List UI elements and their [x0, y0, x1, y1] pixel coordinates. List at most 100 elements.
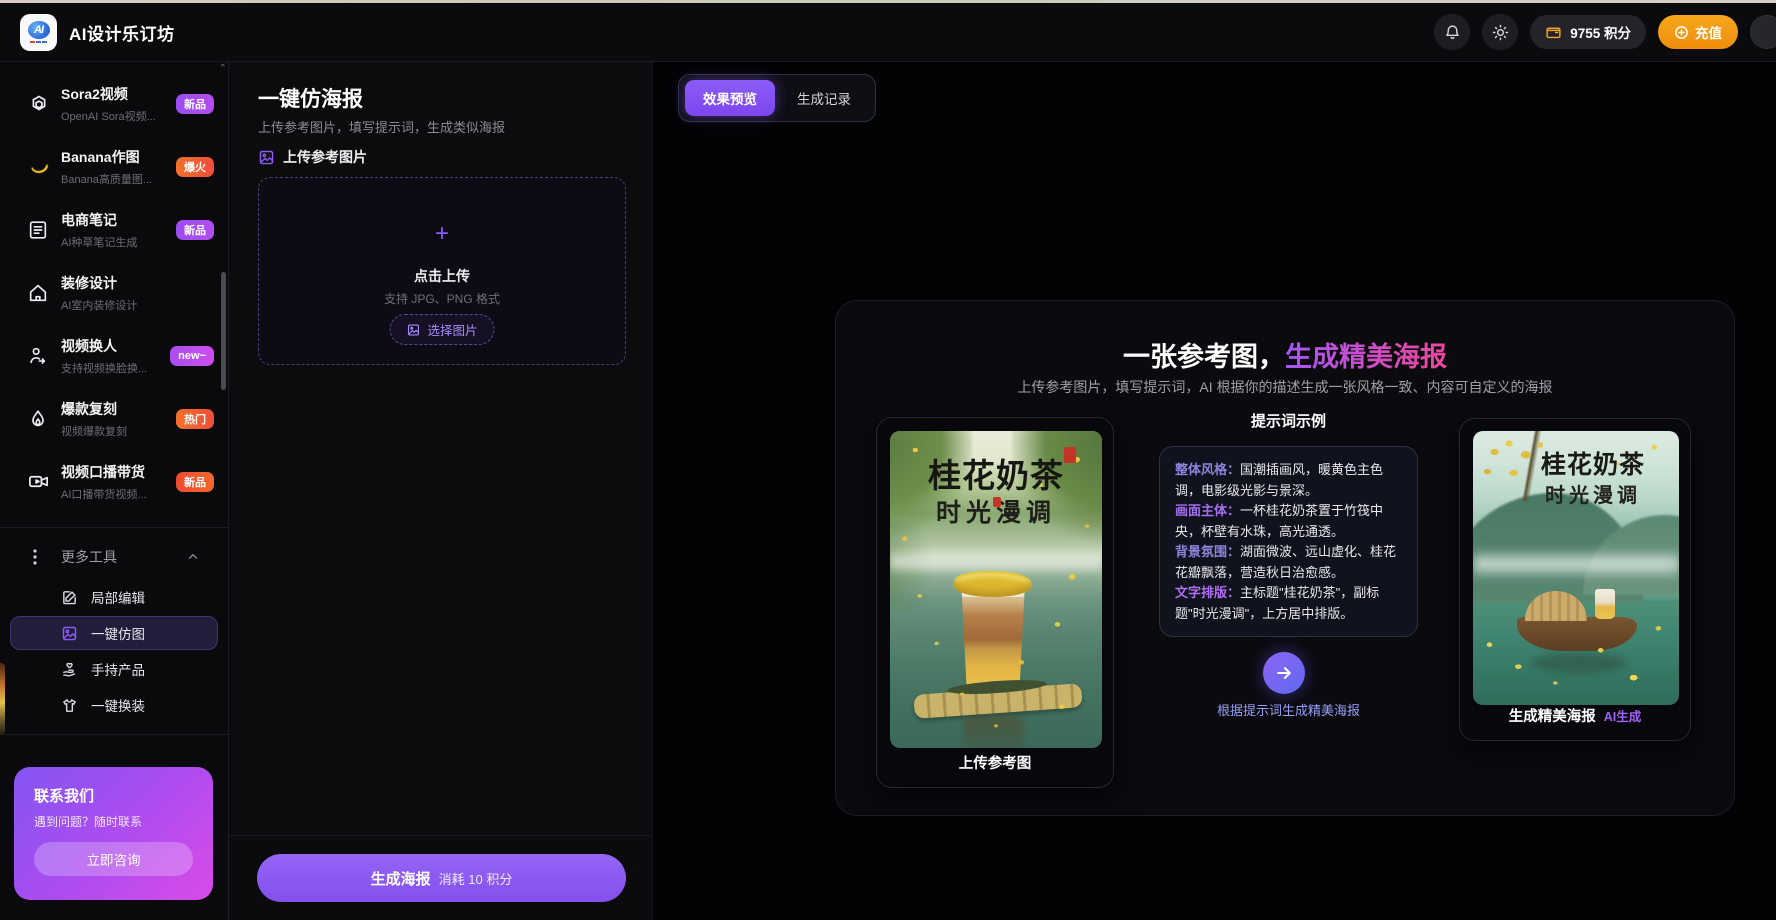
poster-title-text: 桂花奶茶 [1507, 445, 1679, 481]
generate-cost: 消耗 10 积分 [439, 872, 513, 887]
person-swap-icon [27, 345, 53, 367]
sun-icon [1492, 24, 1509, 41]
upload-section-label: 上传参考图片 [283, 147, 367, 167]
dots-vertical-icon [27, 548, 53, 566]
status-badge: 热门 [176, 409, 214, 429]
generate-poster-button[interactable]: 生成海报消耗 10 积分 [257, 854, 626, 902]
tshirt-icon [61, 697, 79, 714]
generate-label: 生成海报 [371, 871, 431, 888]
points-value: 9755 积分 [1570, 22, 1631, 42]
banana-icon [27, 155, 53, 179]
sidebar-scrollbar[interactable] [221, 272, 226, 390]
item-title: Sora2视频 [61, 86, 128, 102]
peek-thumbnail [0, 663, 5, 735]
points-badge[interactable]: 9755 积分 [1530, 15, 1646, 49]
arrow-caption: 根据提示词生成精美海报 [1159, 700, 1418, 719]
sidebar-item-video-broadcast[interactable]: 视频口播带货AI口播带货视频... 新品 [0, 450, 228, 513]
wallet-icon [1545, 24, 1562, 41]
upload-click-text: 点击上传 [259, 266, 625, 286]
window-edge-strip [0, 0, 1776, 3]
plus-icon: + [259, 220, 625, 248]
sidebar-item-video-face-swap[interactable]: 视频换人支持视频换脸换... new~ [0, 324, 228, 387]
item-subtitle: AI种草笔记生成 [61, 234, 157, 250]
app-header: AI AI设计乐订坊 9755 积分 充值 [0, 3, 1776, 62]
notifications-button[interactable] [1434, 14, 1470, 50]
tab-effect-preview[interactable]: 效果预览 [685, 80, 775, 116]
divider [0, 527, 228, 528]
plus-circle-icon [1674, 25, 1689, 40]
item-title: 装修设计 [61, 275, 117, 291]
hero-card: 一张参考图，生成精美海报 上传参考图片，填写提示词，AI 根据你的描述生成一张风… [835, 300, 1735, 816]
status-badge: 新品 [176, 220, 214, 240]
flame-icon [27, 408, 53, 430]
recharge-label: 充值 [1695, 22, 1722, 42]
sidebar-item-hit-remake[interactable]: 爆款复刻视频爆款复刻 热门 [0, 387, 228, 450]
openai-icon [27, 92, 53, 116]
arrow-right-icon [1274, 663, 1294, 683]
app-logo: AI [20, 14, 57, 51]
chevron-up-icon [186, 550, 200, 564]
control-panel: 一键仿海报 上传参考图片，填写提示词，生成类似海报 上传参考图片 + 点击上传 … [229, 62, 653, 920]
hero-title-accent: 生成精美海报 [1285, 342, 1447, 372]
reference-poster-caption: 上传参考图 [877, 752, 1113, 773]
status-badge: 爆火 [176, 157, 214, 177]
more-tools-label: 更多工具 [61, 547, 117, 567]
sidebar-item-interior-design[interactable]: 装修设计 AI室内装修设计 [0, 261, 228, 324]
prompt-example-box: 整体风格：国潮插画风，暖黄色主色调，电影级光影与景深。 画面主体：一杯桂花奶茶置… [1159, 446, 1418, 637]
item-title: Banana作图 [61, 149, 140, 165]
poster-seal [993, 497, 1001, 507]
avatar[interactable] [1750, 15, 1776, 49]
upload-dropzone[interactable]: + 点击上传 支持 JPG、PNG 格式 选择图片 [258, 177, 626, 365]
item-title: 爆款复刻 [61, 401, 117, 417]
item-subtitle: AI口播带货视频... [61, 486, 157, 502]
scrollbar-up-arrow[interactable]: ⌃ [219, 63, 227, 74]
main-area: 效果预览 生成记录 一张参考图，生成精美海报 上传参考图片，填写提示词，AI 根… [653, 62, 1776, 920]
status-badge: new~ [170, 346, 214, 366]
sidebar: Sora2视频OpenAI Sora视频... 新品 Banana作图Banan… [0, 62, 229, 920]
item-title: 电商笔记 [61, 212, 117, 228]
item-title: 视频换人 [61, 338, 117, 354]
subitem-label: 局部编辑 [91, 587, 145, 607]
theme-button[interactable] [1482, 14, 1518, 50]
sidebar-item-outfit-swap[interactable]: 一键换装 [10, 688, 218, 722]
item-subtitle: AI室内装修设计 [61, 297, 157, 313]
panel-subtitle: 上传参考图片，填写提示词，生成类似海报 [258, 117, 505, 136]
subitem-label: 一键换装 [91, 695, 145, 715]
recharge-button[interactable]: 充值 [1658, 15, 1738, 49]
sidebar-item-ecommerce-notes[interactable]: 电商笔记 AI种草笔记生成 新品 [0, 198, 228, 261]
item-subtitle: Banana高质量图... [61, 171, 157, 187]
generate-arrow-button[interactable] [1263, 652, 1305, 694]
generated-poster-image: 桂花奶茶 时光漫调 [1473, 431, 1679, 705]
video-camera-icon [27, 470, 53, 493]
prompt-example-title: 提示词示例 [1159, 410, 1418, 431]
item-subtitle: OpenAI Sora视频... [61, 108, 157, 124]
app-title: AI设计乐订坊 [69, 20, 175, 45]
bell-icon [1444, 24, 1461, 41]
ai-logo-icon: AI [28, 21, 50, 39]
sidebar-item-local-edit[interactable]: 局部编辑 [10, 580, 218, 614]
generated-poster-card: 桂花奶茶 时光漫调 生成精美海报AI生成 [1459, 418, 1691, 741]
status-badge: 新品 [176, 94, 214, 114]
sidebar-item-hand-product[interactable]: 手持产品 [10, 652, 218, 686]
more-tools-toggle[interactable]: 更多工具 [0, 542, 228, 572]
panel-title: 一键仿海报 [258, 83, 363, 113]
subitem-label: 手持产品 [91, 659, 145, 679]
status-badge: 新品 [176, 472, 214, 492]
sidebar-item-one-click-copy-image[interactable]: 一键仿图 [10, 616, 218, 650]
choose-image-button[interactable]: 选择图片 [389, 314, 494, 345]
item-subtitle: 支持视频换脸换... [61, 360, 157, 376]
image-icon [406, 323, 420, 337]
sidebar-item-banana[interactable]: Banana作图 Banana高质量图... 爆火 [0, 135, 228, 198]
prompt-line: 背景氛围：湖面微波、远山虚化、桂花花瓣飘落，营造秋日治愈感。 [1175, 542, 1402, 583]
contact-button[interactable]: 立即咨询 [34, 842, 193, 876]
sidebar-item-sora2[interactable]: Sora2视频 OpenAI Sora视频... 新品 [0, 72, 228, 135]
image-icon [258, 149, 275, 166]
hero-title: 一张参考图，生成精美海报 [836, 335, 1734, 374]
divider [0, 734, 228, 735]
hand-product-icon [61, 661, 79, 678]
home-icon [27, 282, 53, 304]
document-icon [27, 219, 53, 241]
tab-generation-history[interactable]: 生成记录 [779, 80, 869, 116]
contact-subtitle: 遇到问题？随时联系 [34, 813, 193, 830]
panel-footer: 生成海报消耗 10 积分 [229, 835, 652, 920]
